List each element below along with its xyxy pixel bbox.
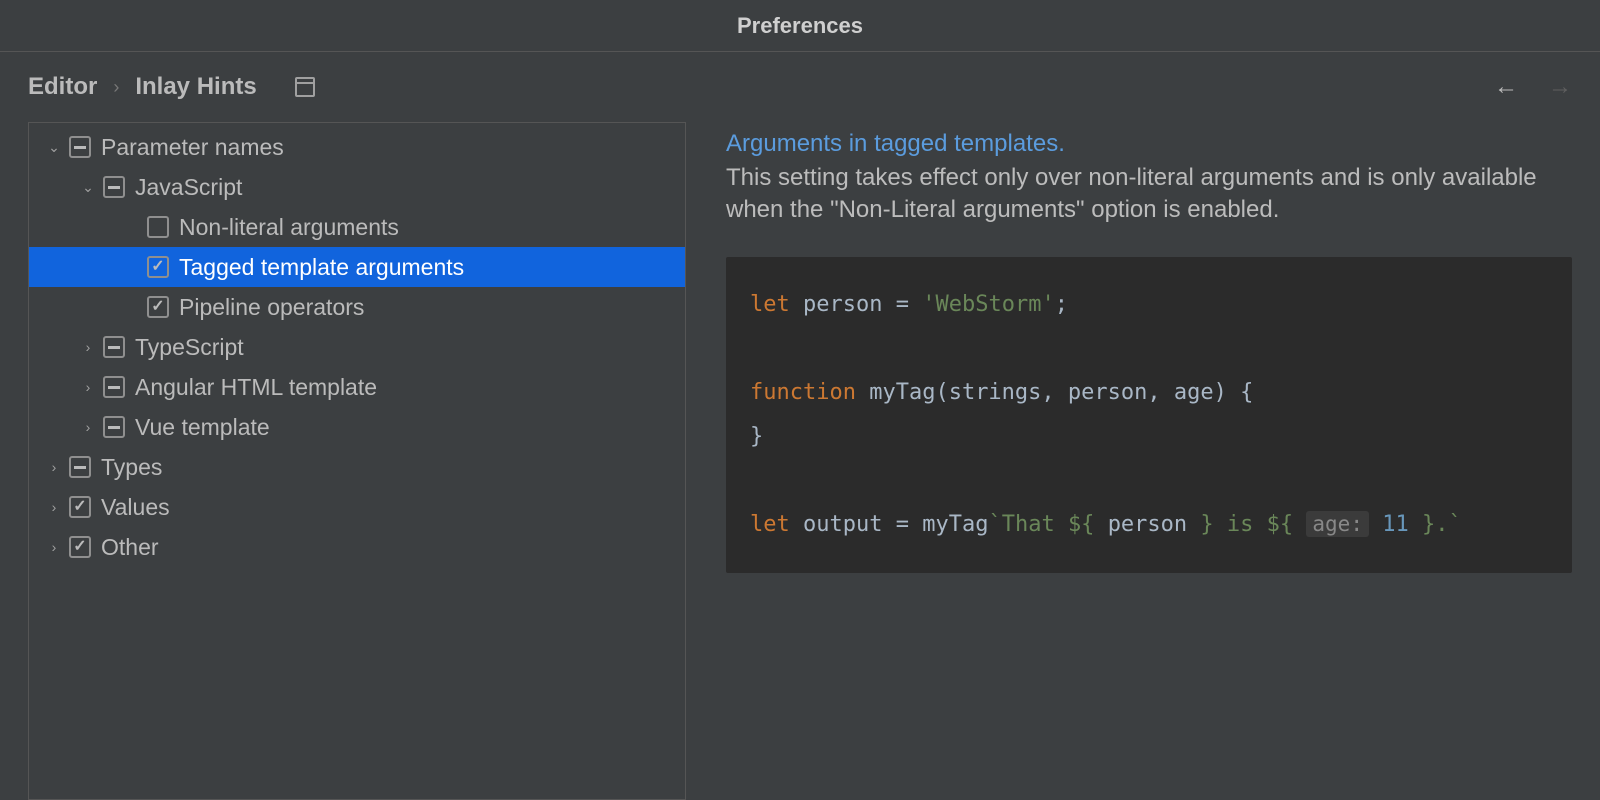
- checkbox-indeterminate[interactable]: [103, 376, 125, 398]
- tree-item-javascript[interactable]: ⌄ JavaScript: [29, 167, 685, 207]
- code-identifier: output: [803, 512, 882, 537]
- breadcrumb-separator: ›: [113, 77, 119, 98]
- tree-label: Values: [101, 494, 170, 521]
- chevron-down-icon[interactable]: ⌄: [45, 138, 63, 156]
- tree-label: Other: [101, 534, 159, 561]
- checkbox-indeterminate[interactable]: [69, 456, 91, 478]
- code-identifier: person: [803, 292, 882, 317]
- code-brace: }: [750, 424, 763, 449]
- code-identifier: person: [1108, 512, 1187, 537]
- back-arrow-icon[interactable]: ←: [1494, 73, 1518, 101]
- tree-item-other[interactable]: › Other: [29, 527, 685, 567]
- detail-description: This setting takes effect only over non-…: [726, 162, 1556, 227]
- code-keyword: function: [750, 380, 856, 405]
- tree-item-vue-template[interactable]: › Vue template: [29, 407, 685, 447]
- tree-label: Tagged template arguments: [179, 254, 464, 281]
- code-preview: let person = 'WebStorm'; function myTag(…: [726, 257, 1572, 573]
- breadcrumb: Editor › Inlay Hints: [28, 73, 315, 101]
- code-keyword: let: [750, 512, 790, 537]
- tree-label: Angular HTML template: [135, 374, 377, 401]
- tree-label: Vue template: [135, 414, 270, 441]
- chevron-down-icon[interactable]: ⌄: [79, 178, 97, 196]
- tree-label: TypeScript: [135, 334, 244, 361]
- code-template-string: } is ${: [1200, 512, 1293, 537]
- tree-item-values[interactable]: › Values: [29, 487, 685, 527]
- tree-item-types[interactable]: › Types: [29, 447, 685, 487]
- checkbox-checked[interactable]: [69, 496, 91, 518]
- forward-arrow-icon: →: [1548, 73, 1572, 101]
- breadcrumb-header: Editor › Inlay Hints ← →: [0, 52, 1600, 122]
- code-string: 'WebStorm': [922, 292, 1054, 317]
- code-params: (strings, person, age) {: [935, 380, 1253, 405]
- code-op: =: [896, 512, 909, 537]
- chevron-right-icon[interactable]: ›: [79, 378, 97, 396]
- code-template-string: `That ${: [988, 512, 1094, 537]
- chevron-right-icon[interactable]: ›: [79, 338, 97, 356]
- breadcrumb-parent[interactable]: Editor: [28, 73, 97, 101]
- code-semi: ;: [1055, 292, 1068, 317]
- detach-icon[interactable]: [295, 77, 315, 97]
- window-title: Preferences: [737, 13, 863, 39]
- chevron-right-icon[interactable]: ›: [45, 538, 63, 556]
- chevron-right-icon[interactable]: ›: [45, 458, 63, 476]
- checkbox-checked[interactable]: [147, 296, 169, 318]
- checkbox-checked[interactable]: [69, 536, 91, 558]
- tree-item-angular-html-template[interactable]: › Angular HTML template: [29, 367, 685, 407]
- breadcrumb-current: Inlay Hints: [135, 73, 256, 101]
- inlay-hint: age:: [1306, 511, 1369, 537]
- tree-item-non-literal-arguments[interactable]: Non-literal arguments: [29, 207, 685, 247]
- checkbox-indeterminate[interactable]: [103, 336, 125, 358]
- code-identifier: myTag: [922, 512, 988, 537]
- code-number: 11: [1382, 512, 1409, 537]
- code-template-string: }.`: [1422, 512, 1462, 537]
- code-op: =: [896, 292, 909, 317]
- tree-item-parameter-names[interactable]: ⌄ Parameter names: [29, 127, 685, 167]
- detail-title: Arguments in tagged templates.: [726, 130, 1572, 158]
- tree-item-pipeline-operators[interactable]: Pipeline operators: [29, 287, 685, 327]
- nav-arrows: ← →: [1494, 73, 1572, 101]
- detail-panel: Arguments in tagged templates. This sett…: [726, 122, 1572, 800]
- tree-label: Non-literal arguments: [179, 214, 399, 241]
- checkbox-unchecked[interactable]: [147, 216, 169, 238]
- tree-label: Types: [101, 454, 162, 481]
- chevron-right-icon[interactable]: ›: [45, 498, 63, 516]
- checkbox-indeterminate[interactable]: [103, 176, 125, 198]
- tree-label: Parameter names: [101, 134, 284, 161]
- tree-item-tagged-template-arguments[interactable]: Tagged template arguments: [29, 247, 685, 287]
- checkbox-indeterminate[interactable]: [69, 136, 91, 158]
- tree-label: Pipeline operators: [179, 294, 364, 321]
- code-identifier: myTag: [869, 380, 935, 405]
- tree-item-typescript[interactable]: › TypeScript: [29, 327, 685, 367]
- checkbox-indeterminate[interactable]: [103, 416, 125, 438]
- hint-label: age:: [1312, 512, 1363, 536]
- chevron-right-icon[interactable]: ›: [79, 418, 97, 436]
- settings-tree[interactable]: ⌄ Parameter names ⌄ JavaScript Non-liter…: [28, 122, 686, 800]
- window-titlebar: Preferences: [0, 0, 1600, 52]
- tree-label: JavaScript: [135, 174, 242, 201]
- code-keyword: let: [750, 292, 790, 317]
- checkbox-checked[interactable]: [147, 256, 169, 278]
